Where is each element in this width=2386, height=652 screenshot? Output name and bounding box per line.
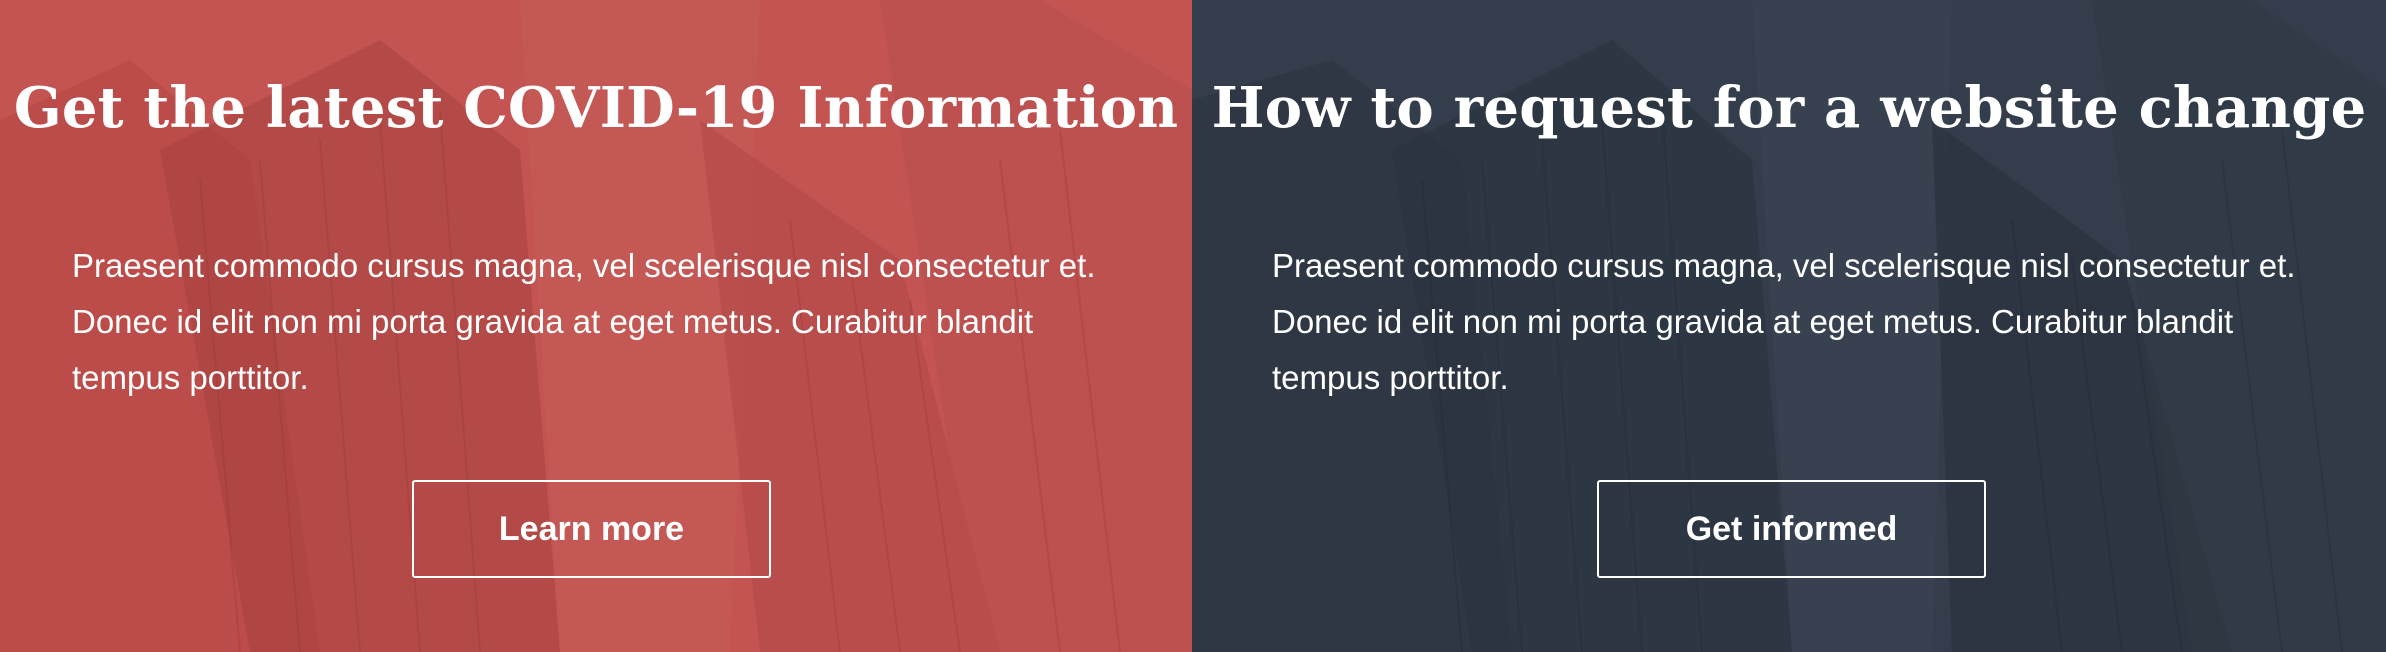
get-informed-button[interactable]: Get informed [1597, 480, 1986, 578]
covid-panel-title: Get the latest COVID-19 Information [13, 75, 1179, 141]
covid-panel-content: Get the latest COVID-19 Information Prae… [0, 0, 1192, 652]
website-change-panel: How to request for a website change Prae… [1192, 0, 2386, 652]
website-change-panel-description: Praesent commodo cursus magna, vel scele… [1272, 247, 2296, 396]
feature-panels: Get the latest COVID-19 Information Prae… [0, 0, 2386, 652]
covid-info-panel: Get the latest COVID-19 Information Prae… [0, 0, 1192, 652]
learn-more-button[interactable]: Learn more [412, 480, 771, 578]
covid-panel-description: Praesent commodo cursus magna, vel scele… [72, 247, 1096, 396]
website-change-panel-content: How to request for a website change Prae… [1192, 0, 2386, 652]
website-change-panel-title: How to request for a website change [1211, 75, 2367, 141]
